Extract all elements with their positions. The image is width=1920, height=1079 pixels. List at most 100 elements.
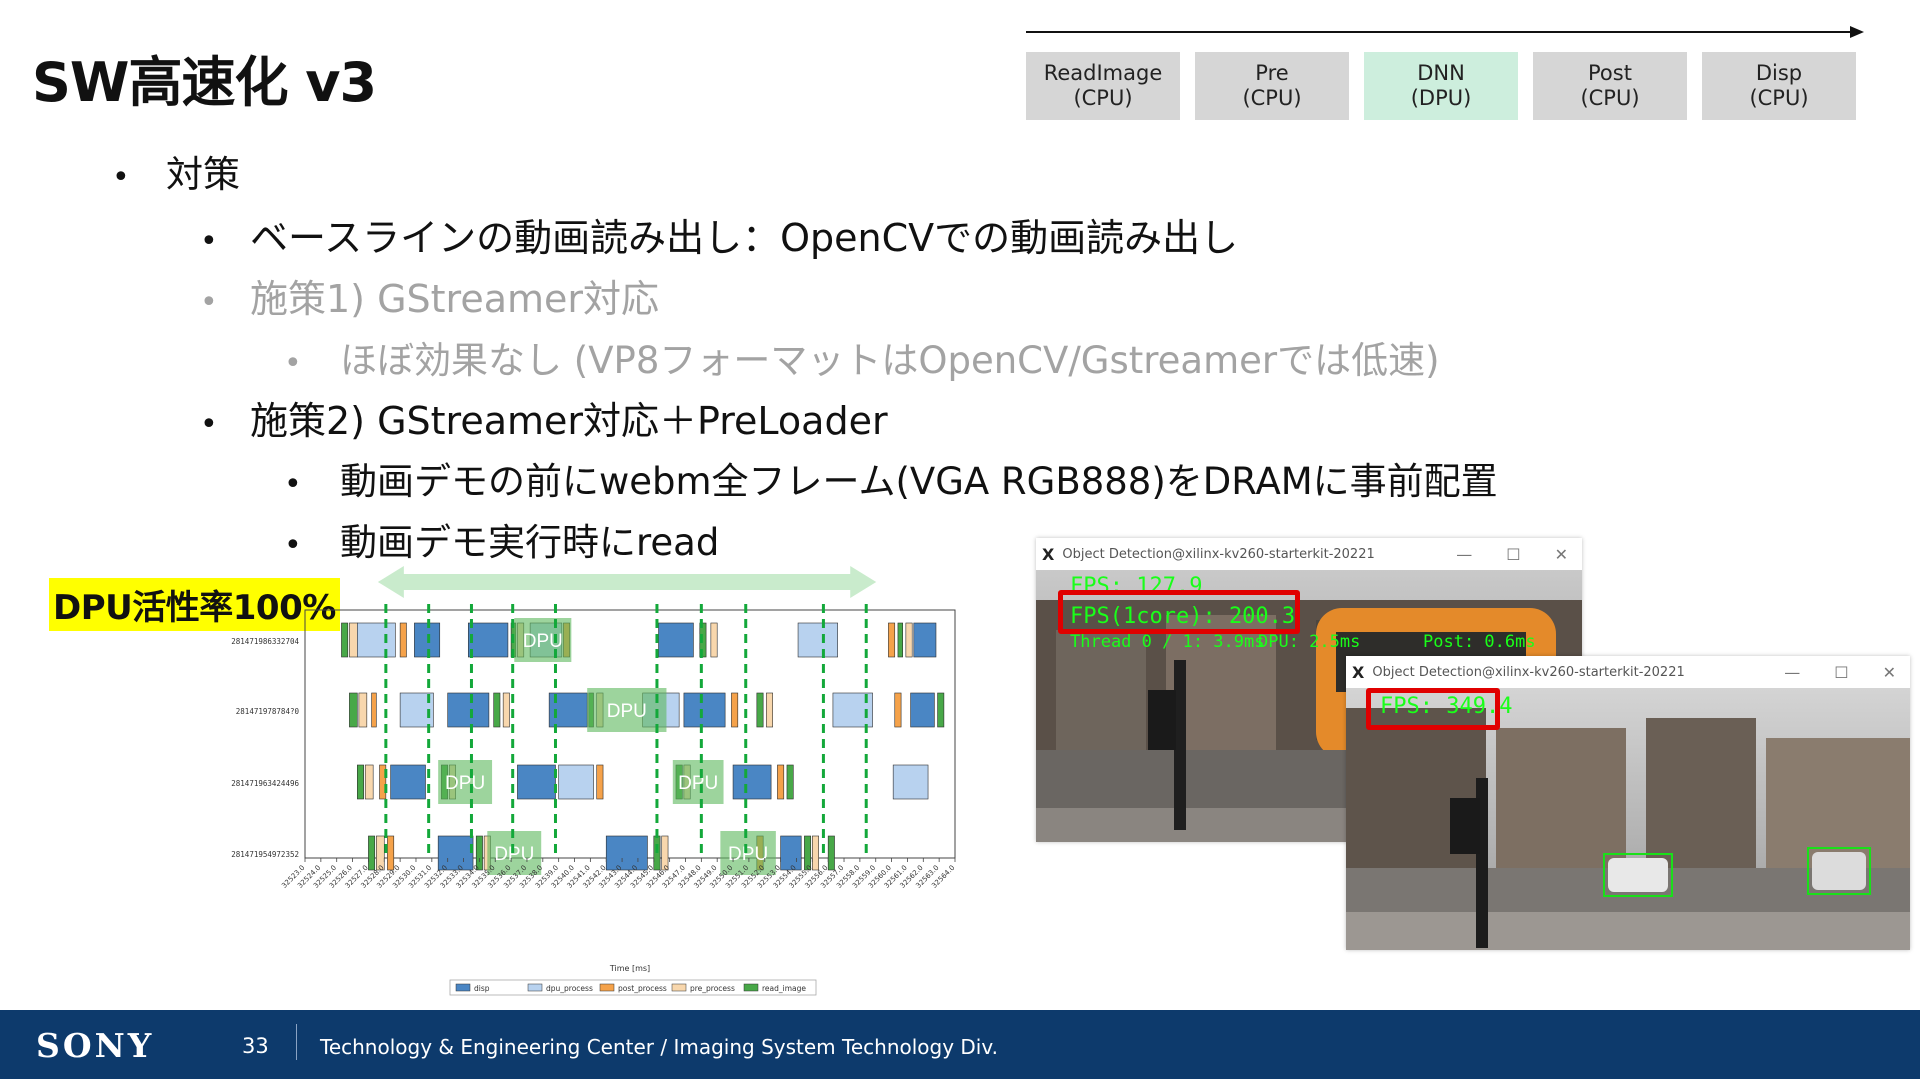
legend-swatch — [599, 983, 615, 992]
bullet-measure-2: • 施策2) GStreamer対応＋PreLoader — [200, 390, 888, 445]
task-bar — [558, 764, 594, 800]
stage-unit: (DPU) — [1410, 86, 1472, 110]
task-bar — [827, 835, 835, 871]
dpu-annotation-label: DPU — [445, 773, 485, 794]
dpu-annotation-label: DPU — [728, 844, 768, 865]
task-bar — [910, 692, 935, 728]
x-axis-label: Time [ms] — [609, 964, 650, 973]
dpu-time-readout: DPU: 2.5ms — [1258, 632, 1361, 652]
task-bar — [766, 692, 773, 728]
task-bar — [892, 764, 929, 800]
bullet-text: 動画デモの前にwebm全フレーム(VGA RGB888)をDRAMに事前配置 — [340, 460, 1498, 503]
task-bar — [732, 764, 772, 800]
stage-unit: (CPU) — [1242, 86, 1302, 110]
pipeline-arrow — [1026, 26, 1864, 38]
task-bar — [467, 622, 509, 658]
bullet-text: ほぼ効果なし (VP8フォーマットはOpenCV/Gstreamerでは低速) — [340, 339, 1440, 382]
chart-legend: disp dpu_process post_process pre_process re… — [449, 979, 817, 996]
task-bar — [897, 622, 903, 658]
task-bar — [414, 622, 441, 658]
stage-name: Pre — [1255, 61, 1289, 85]
task-bar — [786, 764, 794, 800]
task-bar — [368, 835, 376, 871]
slide-title: SW高速化 v3 — [32, 51, 377, 114]
bullet-read: • 動画デモ実行時にread — [284, 512, 719, 566]
task-bar — [797, 622, 838, 658]
task-bar — [937, 692, 945, 728]
bullet-text: 対策 — [166, 153, 240, 196]
legend-swatch — [671, 983, 687, 992]
bullet-dot: • — [284, 346, 302, 381]
close-icon[interactable]: ✕ — [1883, 663, 1896, 682]
task-bar — [731, 692, 739, 728]
minimize-icon[interactable]: — — [1456, 545, 1472, 564]
legend-label: disp — [474, 984, 490, 993]
bullet-text: ベースラインの動画読み出し：OpenCVでの動画読み出し — [250, 216, 1239, 260]
task-bar — [475, 835, 483, 871]
legend-label: post_process — [618, 984, 667, 993]
task-bar — [905, 622, 913, 658]
task-bar — [596, 764, 604, 800]
post-time-readout: Post: 0.6ms — [1423, 632, 1536, 652]
demo-window-front: X Object Detection@xilinx-kv260-starterk… — [1346, 656, 1910, 950]
task-bar — [399, 622, 407, 658]
thread-label: 281471954972352 — [231, 850, 299, 859]
stage-disp: Disp (CPU) — [1702, 52, 1856, 120]
task-bar — [658, 622, 694, 658]
bullet-dot: • — [284, 467, 302, 502]
task-bar — [913, 622, 937, 658]
stage-name: Post — [1588, 61, 1632, 85]
active-span-arrow — [377, 566, 877, 598]
highlight-box — [1058, 590, 1300, 634]
task-bar — [390, 764, 426, 800]
window-title: Object Detection@xilinx-kv260-starterkit… — [1062, 546, 1375, 562]
stage-dnn: DNN (DPU) — [1364, 52, 1518, 120]
bullet-text: 動画デモ実行時にread — [340, 521, 720, 564]
task-bar — [364, 764, 374, 800]
task-bar — [493, 692, 501, 728]
stage-name: Disp — [1755, 61, 1803, 85]
legend-label: dpu_process — [546, 984, 593, 993]
bullet-dot: • — [284, 528, 302, 563]
window-controls: — ☐ ✕ — [1784, 663, 1910, 682]
highlight-box — [1366, 688, 1500, 730]
task-bar — [341, 622, 349, 658]
legend-swatch — [527, 983, 543, 992]
task-bar — [756, 692, 764, 728]
task-bar — [710, 622, 718, 658]
bullet-text: 施策1) GStreamer対応 — [250, 277, 660, 321]
task-bar — [888, 622, 896, 658]
task-bar — [502, 692, 510, 728]
legend-swatch — [455, 983, 471, 992]
stage-name: ReadImage — [1043, 61, 1163, 85]
task-bar — [349, 692, 358, 728]
task-bar — [517, 764, 556, 800]
task-bar — [812, 835, 819, 871]
xilinx-logo-icon: X — [1042, 544, 1055, 564]
thread-readout: Thread 0 / 1: 3.9ms — [1070, 632, 1265, 652]
close-icon[interactable]: ✕ — [1555, 545, 1568, 564]
window-titlebar: X Object Detection@xilinx-kv260-starterk… — [1346, 656, 1910, 688]
footer-divider — [296, 1024, 297, 1060]
task-bar — [358, 692, 368, 728]
bullet-preload: • 動画デモの前にwebm全フレーム(VGA RGB888)をDRAMに事前配置 — [284, 451, 1498, 505]
legend-label: pre_process — [690, 984, 735, 993]
legend-label: read_image — [762, 984, 806, 993]
task-bar — [894, 692, 902, 728]
bullet-dot: • — [200, 407, 218, 442]
dpu-annotation-label: DPU — [607, 701, 647, 722]
stage-post: Post (CPU) — [1533, 52, 1687, 120]
task-bar — [683, 692, 726, 728]
thread-label: 281471963424496 — [231, 779, 299, 788]
video-frame-front: FPS: 349.4 — [1346, 688, 1910, 950]
xilinx-logo-icon: X — [1352, 662, 1365, 682]
stage-unit: (CPU) — [1580, 86, 1640, 110]
minimize-icon[interactable]: — — [1784, 663, 1800, 682]
task-bar — [447, 692, 490, 728]
window-title: Object Detection@xilinx-kv260-starterkit… — [1372, 664, 1685, 680]
maximize-icon[interactable]: ☐ — [1834, 663, 1848, 682]
maximize-icon[interactable]: ☐ — [1506, 545, 1520, 564]
bullet-measure-1-result: • ほぼ効果なし (VP8フォーマットはOpenCV/Gstreamerでは低速… — [284, 330, 1440, 384]
bullet-baseline: • ベースラインの動画読み出し：OpenCVでの動画読み出し — [200, 207, 1238, 262]
timeline-chart: 281471986332704 281471978784?0 28147196342… — [231, 566, 956, 996]
